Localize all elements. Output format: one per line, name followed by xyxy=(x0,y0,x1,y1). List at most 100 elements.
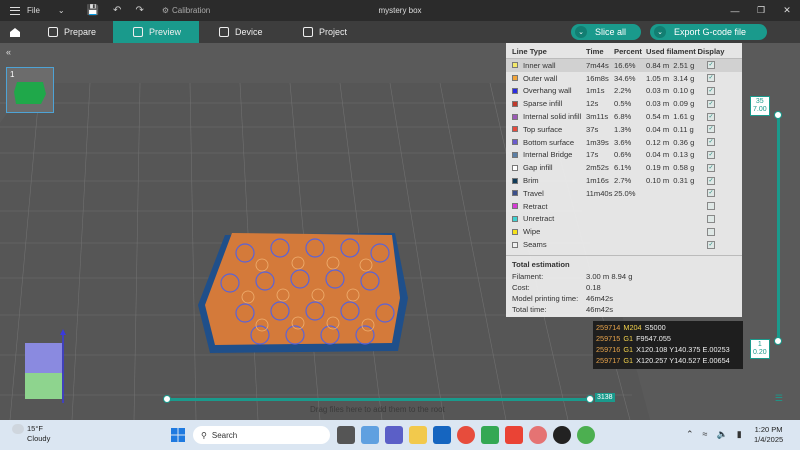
legend-row[interactable]: Bottom surface 1m39s 3.6% 0.12 m 0.36 g ✓ xyxy=(506,136,742,149)
calibration-icon: ⚙ xyxy=(161,6,169,15)
gmail-icon[interactable] xyxy=(505,426,523,444)
chevron-up-icon[interactable]: ⌃ xyxy=(686,429,694,440)
taskbar-search[interactable]: ⚲ Search xyxy=(193,426,330,444)
display-checkbox[interactable]: ✓ xyxy=(707,138,715,147)
export-gcode-button[interactable]: ⌄ Export G-code file xyxy=(650,24,767,40)
task-view-icon[interactable] xyxy=(337,426,355,444)
display-checkbox[interactable]: ✓ xyxy=(707,86,715,95)
color-swatch xyxy=(512,215,518,222)
gcode-line: 259714 M204 S5000 xyxy=(596,323,740,334)
tab-prepare-label: Prepare xyxy=(64,27,97,37)
legend-row[interactable]: Wipe xyxy=(506,225,742,238)
display-checkbox[interactable]: ✓ xyxy=(707,163,715,172)
move-slider-start-handle[interactable] xyxy=(163,395,171,403)
weather-widget[interactable]: 15°F Cloudy xyxy=(12,424,50,444)
chrome-icon[interactable] xyxy=(457,426,475,444)
legend-row[interactable]: Internal solid infill 3m11s 6.8% 0.54 m 1.61… xyxy=(506,110,742,123)
maximize-icon[interactable]: ❐ xyxy=(748,0,774,21)
display-checkbox[interactable]: ✓ xyxy=(707,240,715,249)
move-slider-end-handle[interactable] xyxy=(586,395,594,403)
legend-row[interactable]: Gap infill 2m52s 6.1% 0.19 m 0.58 g ✓ xyxy=(506,161,742,174)
display-checkbox[interactable]: ✓ xyxy=(707,150,715,159)
gcode-line-number: 259717 xyxy=(596,356,621,365)
legend-used-g: 0.31 g xyxy=(673,176,695,186)
total-value: 46m42s xyxy=(586,293,614,303)
calibration-button[interactable]: ⚙ Calibration xyxy=(162,6,210,15)
legend-used-m: 0.03 m xyxy=(646,99,670,109)
clock[interactable]: 1:20 PM 1/4/2025 xyxy=(754,425,783,445)
color-swatch xyxy=(512,151,518,158)
outlook-icon[interactable] xyxy=(433,426,451,444)
display-checkbox[interactable]: ✓ xyxy=(707,99,715,108)
chevron-down-icon[interactable]: ⌄ xyxy=(58,6,65,15)
collapse-panel-icon[interactable]: « xyxy=(6,47,11,57)
chrome-profile-icon[interactable] xyxy=(529,426,547,444)
legend-time: 37s xyxy=(586,124,599,134)
file-menu-button[interactable]: File ⌄ xyxy=(0,6,65,15)
chevron-down-icon[interactable]: ⌄ xyxy=(654,26,666,38)
legend-row[interactable]: Top surface 37s 1.3% 0.04 m 0.11 g ✓ xyxy=(506,123,742,136)
plate-thumbnail[interactable]: 1 xyxy=(6,67,54,113)
display-checkbox[interactable]: ✓ xyxy=(707,176,715,185)
display-checkbox[interactable]: ✓ xyxy=(707,125,715,134)
display-checkbox[interactable]: ✓ xyxy=(707,61,715,70)
legend-type-label: Internal Bridge xyxy=(523,150,573,160)
3d-viewport[interactable]: « 1 Line Type Time Percent Used filament… xyxy=(0,43,800,420)
home-button[interactable] xyxy=(0,21,30,43)
legend-type: Retract xyxy=(512,202,586,211)
slice-all-button[interactable]: ⌄ Slice all xyxy=(571,24,641,40)
legend-type: Travel xyxy=(512,189,586,198)
color-swatch xyxy=(512,203,518,210)
chevron-down-icon[interactable]: ⌄ xyxy=(575,26,587,38)
wifi-icon[interactable]: ≈ xyxy=(703,429,708,440)
tab-preview[interactable]: Preview xyxy=(113,21,199,43)
close-icon[interactable]: ✕ xyxy=(774,0,800,21)
display-checkbox[interactable] xyxy=(707,214,715,223)
legend-row[interactable]: Sparse infill 12s 0.5% 0.03 m 0.09 g ✓ xyxy=(506,97,742,110)
legend-row[interactable]: Seams ✓ xyxy=(506,238,742,251)
display-checkbox[interactable]: ✓ xyxy=(707,74,715,83)
display-checkbox[interactable] xyxy=(707,227,715,236)
move-slider[interactable] xyxy=(163,395,594,403)
tab-project[interactable]: Project xyxy=(285,21,363,43)
drag-hint: Drag files here to add them to the root xyxy=(310,405,445,414)
legend-row[interactable]: Unretract xyxy=(506,213,742,226)
hamburger-icon xyxy=(10,6,20,15)
save-icon[interactable]: 💾 xyxy=(87,5,99,16)
bambu-studio-icon[interactable] xyxy=(553,426,571,444)
volume-icon[interactable]: 🔈 xyxy=(717,429,728,440)
legend-row[interactable]: Retract xyxy=(506,200,742,213)
total-row: Model printing time: 46m42s xyxy=(506,293,742,304)
total-value: 3.00 m 8.94 g xyxy=(586,271,633,281)
tab-prepare[interactable]: Prepare xyxy=(30,21,113,43)
legend-row[interactable]: Brim 1m16s 2.7% 0.10 m 0.31 g ✓ xyxy=(506,174,742,187)
layer-slider[interactable] xyxy=(774,111,782,345)
teams-icon[interactable] xyxy=(385,426,403,444)
file-explorer-icon[interactable] xyxy=(409,426,427,444)
chrome-alt-icon[interactable] xyxy=(577,426,595,444)
bottom-layer-handle[interactable] xyxy=(774,337,782,345)
copilot-icon[interactable] xyxy=(361,426,379,444)
undo-icon[interactable]: ↶ xyxy=(113,5,121,16)
tab-device[interactable]: Device xyxy=(199,21,285,43)
top-layer-handle[interactable] xyxy=(774,111,782,119)
legend-row[interactable]: Travel 11m40s 25.0% ✓ xyxy=(506,187,742,200)
total-key: Filament: xyxy=(512,271,544,281)
minimize-icon[interactable]: — xyxy=(722,0,748,21)
legend-time: 12s xyxy=(586,99,599,109)
legend-row[interactable]: Internal Bridge 17s 0.6% 0.04 m 0.13 g ✓ xyxy=(506,149,742,162)
legend-row[interactable]: Outer wall 16m8s 34.6% 1.05 m 3.14 g ✓ xyxy=(506,72,742,85)
legend-row[interactable]: Overhang wall 1m1s 2.2% 0.03 m 0.10 g ✓ xyxy=(506,85,742,98)
project-icon xyxy=(303,27,313,37)
layers-toggle-icon[interactable]: ☰ xyxy=(775,393,783,404)
display-checkbox[interactable] xyxy=(707,202,715,211)
drive-icon[interactable] xyxy=(481,426,499,444)
redo-icon[interactable]: ↷ xyxy=(135,5,143,16)
legend-row[interactable]: Inner wall 7m44s 16.6% 0.84 m 2.51 g ✓ xyxy=(506,59,742,72)
legend-type-label: Retract xyxy=(523,201,548,211)
windows-start-icon[interactable] xyxy=(171,428,185,442)
display-checkbox[interactable]: ✓ xyxy=(707,112,715,121)
display-checkbox[interactable]: ✓ xyxy=(707,189,715,198)
battery-icon[interactable]: ▮ xyxy=(737,429,742,440)
legend-used-m: 0.54 m xyxy=(646,112,670,122)
